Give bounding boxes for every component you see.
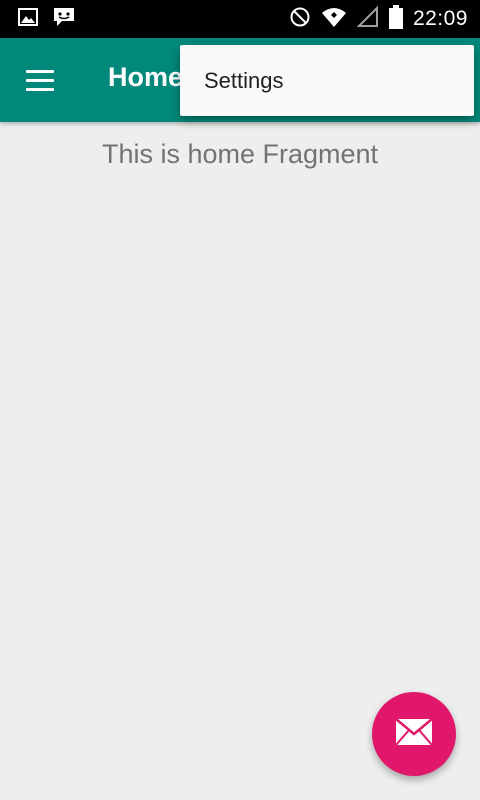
chat-icon [52, 6, 76, 33]
wifi-icon [321, 6, 347, 33]
menu-item-settings[interactable]: Settings [180, 45, 474, 116]
battery-icon [388, 4, 403, 34]
notification-icons [18, 7, 76, 31]
hamburger-menu-icon[interactable] [22, 65, 62, 95]
clock: 22:09 [412, 7, 468, 30]
image-icon [18, 7, 38, 31]
status-bar: 22:09 [0, 0, 480, 38]
overflow-menu: Settings [180, 45, 474, 116]
system-icons: 22:09 [289, 4, 468, 34]
mail-fab-button[interactable] [372, 692, 456, 776]
signal-icon [356, 5, 379, 33]
fragment-text: This is home Fragment [101, 139, 379, 169]
mail-icon [395, 717, 433, 751]
do-not-disturb-icon [289, 6, 311, 33]
page-title: Home [108, 62, 184, 92]
